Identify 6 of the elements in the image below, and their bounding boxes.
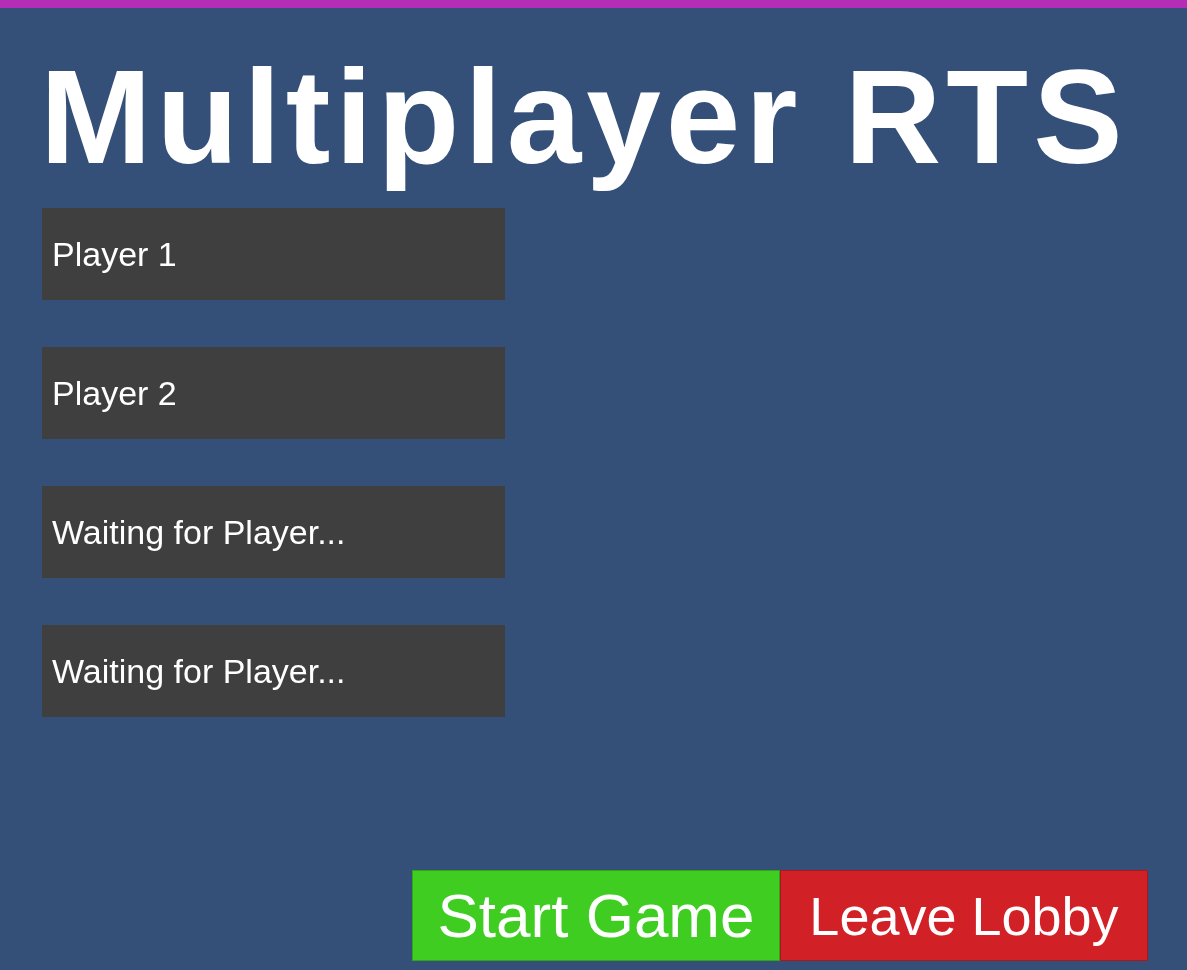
game-title: Multiplayer RTS [40, 42, 1128, 192]
player-slot: Waiting for Player... [42, 486, 505, 578]
player-slot: Waiting for Player... [42, 625, 505, 717]
player-slot: Player 2 [42, 347, 505, 439]
player-slot: Player 1 [42, 208, 505, 300]
leave-lobby-button[interactable]: Leave Lobby [780, 870, 1148, 961]
